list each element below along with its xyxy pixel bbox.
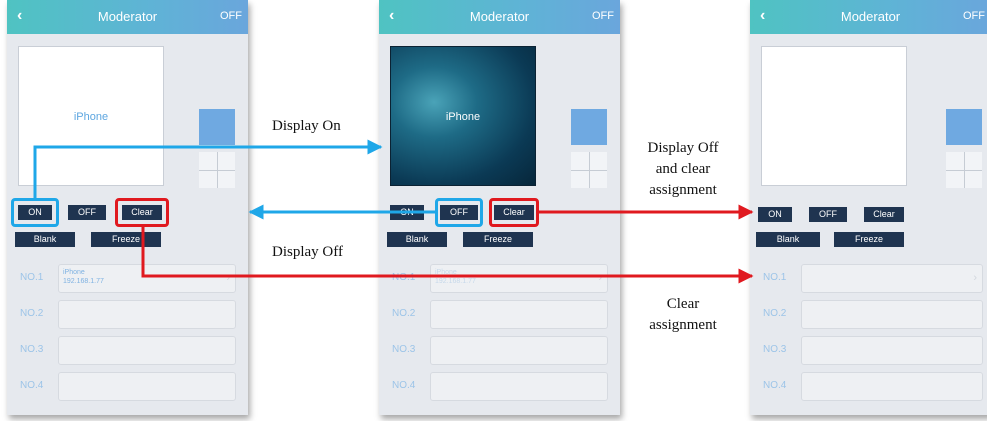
flow-arrows bbox=[33, 139, 754, 284]
arrow-clear-assignment bbox=[141, 227, 754, 284]
annot-line: Clear bbox=[666, 296, 700, 312]
annot-line: and clear bbox=[655, 161, 711, 177]
display-off-label: Display Off bbox=[272, 244, 343, 260]
display-off-clear-label: Display Off and clear assignment bbox=[628, 138, 738, 201]
arrow-display-on bbox=[33, 139, 383, 198]
annot-line: assignment bbox=[649, 317, 717, 333]
display-on-label: Display On bbox=[272, 118, 341, 134]
annot-line: assignment bbox=[649, 182, 717, 198]
annot-line: Display Off bbox=[647, 140, 719, 156]
clear-assignment-label: Clear assignment bbox=[628, 294, 738, 336]
